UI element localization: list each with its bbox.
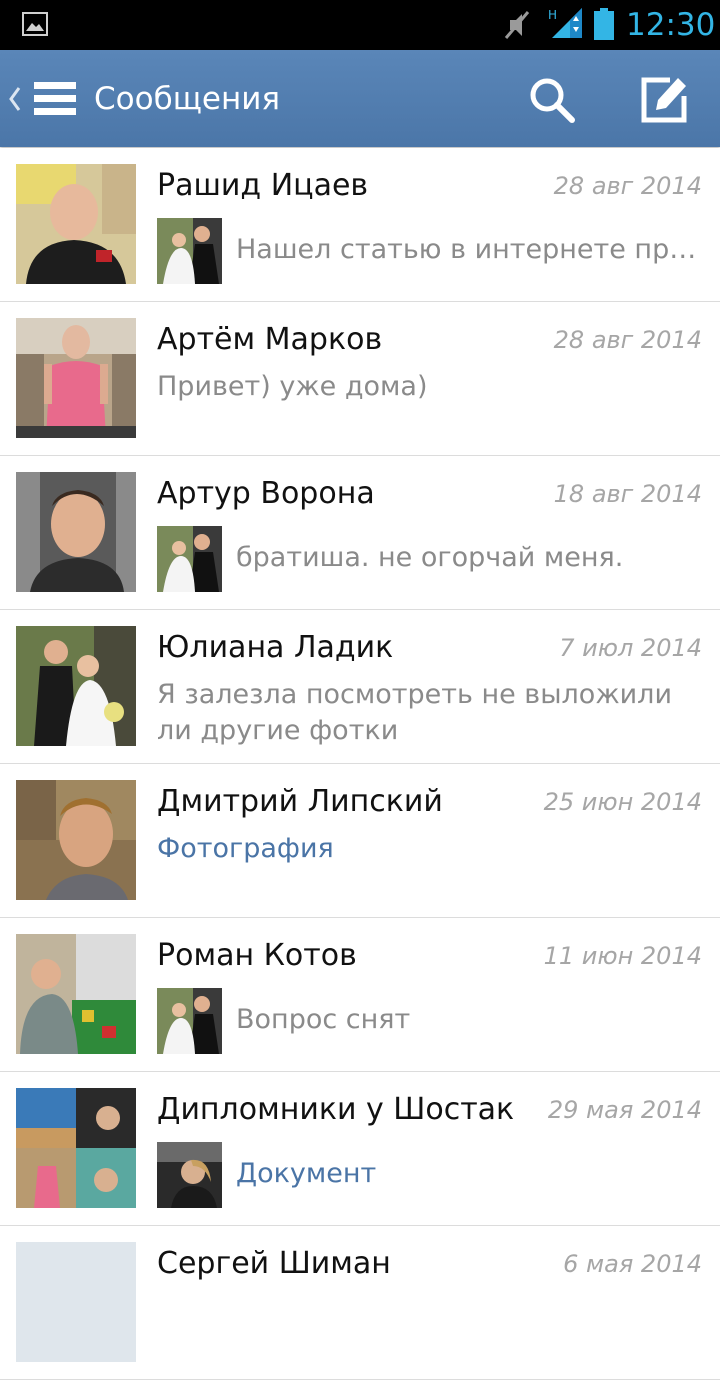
signal-icon: H — [548, 8, 582, 38]
conversation-row[interactable]: Дипломники у Шостак 29 мая 2014 Документ — [0, 1072, 720, 1226]
own-avatar-thumbnail — [157, 988, 222, 1054]
contact-name: Дипломники у Шостак — [157, 1092, 515, 1127]
contact-name: Артём Марков — [157, 322, 383, 357]
contact-name: Юлиана Ладик — [157, 630, 394, 665]
avatar[interactable] — [16, 1242, 136, 1362]
back-icon[interactable] — [8, 84, 22, 114]
status-bar: H 12:30 — [0, 0, 720, 50]
avatar[interactable] — [16, 626, 136, 746]
avatar[interactable] — [16, 780, 136, 900]
avatar[interactable] — [16, 318, 136, 438]
avatar[interactable] — [16, 472, 136, 592]
conversation-row[interactable]: Роман Котов 11 июн 2014 Вопрос снят — [0, 918, 720, 1072]
conversation-row[interactable]: Юлиана Ладик 7 июл 2014 Я залезла посмот… — [0, 610, 720, 764]
action-bar: Сообщения — [0, 50, 720, 147]
message-preview: братиша. не огорчай меня. — [236, 542, 624, 573]
attachment-link-document[interactable]: Документ — [236, 1156, 698, 1192]
clock: 12:30 — [626, 7, 716, 43]
message-date: 28 авг 2014 — [553, 172, 702, 200]
own-avatar-thumbnail — [157, 526, 222, 592]
message-preview: Я залезла посмотреть не выложили ли друг… — [157, 679, 672, 746]
contact-name: Роман Котов — [157, 938, 357, 973]
message-preview: Вопрос снят — [236, 1004, 411, 1035]
message-date: 11 июн 2014 — [543, 942, 702, 970]
contact-name: Артур Ворона — [157, 476, 375, 511]
battery-icon — [594, 8, 614, 40]
message-date: 6 мая 2014 — [563, 1250, 702, 1278]
contact-name: Сергей Шиман — [157, 1246, 391, 1281]
message-date: 18 авг 2014 — [553, 480, 702, 508]
gallery-icon — [22, 12, 48, 36]
search-icon[interactable] — [528, 76, 576, 124]
conversation-row[interactable]: Артём Марков 28 авг 2014 Привет) уже дом… — [0, 302, 720, 456]
message-date: 29 мая 2014 — [547, 1096, 702, 1124]
attachment-link-photo[interactable]: Фотография — [157, 831, 713, 867]
menu-icon[interactable] — [34, 80, 76, 116]
avatar[interactable] — [16, 164, 136, 284]
contact-name: Дмитрий Липский — [157, 784, 443, 819]
conversation-row[interactable]: Рашид Ицаев 28 авг 2014 Нашел статью в и… — [0, 148, 720, 302]
compose-icon[interactable] — [640, 74, 690, 124]
own-avatar-thumbnail — [157, 218, 222, 284]
network-type-label: H — [548, 8, 557, 22]
mute-icon — [504, 11, 530, 39]
conversation-list: Рашид Ицаев 28 авг 2014 Нашел статью в и… — [0, 148, 720, 1380]
own-avatar-thumbnail — [157, 1142, 222, 1208]
conversation-row[interactable]: Дмитрий Липский 25 июн 2014 Фотография — [0, 764, 720, 918]
message-preview: Нашел статью в интернете про компоненты — [236, 234, 698, 265]
avatar[interactable] — [16, 934, 136, 1054]
avatar[interactable] — [16, 1088, 136, 1208]
message-date: 25 июн 2014 — [543, 788, 702, 816]
page-title: Сообщения — [94, 81, 281, 117]
message-preview: Привет) уже дома) — [157, 371, 428, 402]
conversation-row[interactable]: Сергей Шиман 6 мая 2014 — [0, 1226, 720, 1380]
conversation-row[interactable]: Артур Ворона 18 авг 2014 братиша. не ого… — [0, 456, 720, 610]
contact-name: Рашид Ицаев — [157, 168, 369, 203]
message-date: 28 авг 2014 — [553, 326, 702, 354]
message-date: 7 июл 2014 — [559, 634, 702, 662]
